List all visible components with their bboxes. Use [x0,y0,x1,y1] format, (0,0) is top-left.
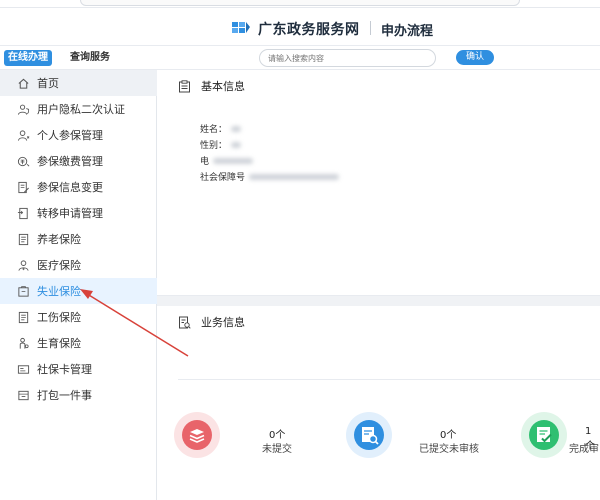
document-edit-icon [16,180,30,194]
redacted-value [249,173,340,180]
sidebar-item-social-card[interactable]: 社保卡管理 [0,356,157,382]
site-logo-icon [232,22,250,33]
business-info-header: 业务信息 [178,314,245,330]
sidebar-item-payment[interactable]: 参保缴费管理 [0,148,157,174]
address-bar[interactable] [80,0,520,6]
medical-person-icon [16,258,30,272]
sidebar-item-label: 社保卡管理 [37,363,92,376]
main-content: 基本信息 姓名： 性别： 电 社会保障号 业务信息 0个 未提交 0个 已提交未… [157,70,600,500]
field-name-label: 姓名： [200,125,228,135]
sidebar-item-label: 转移申请管理 [37,207,103,220]
site-header: 广东政务服务网 申办流程 [0,8,600,46]
sidebar-item-home[interactable]: 首页 [0,70,157,96]
sidebar-item-maternity[interactable]: 生育保险 [0,330,157,356]
sidebar-item-label: 个人参保管理 [37,129,103,142]
basic-info-card: 基本信息 姓名： 性别： 电 社会保障号 [157,70,600,296]
sidebar-item-pension[interactable]: 养老保险 [0,226,157,252]
package-icon [16,388,30,402]
search-confirm-button[interactable]: 确认 [456,50,494,65]
sidebar-item-label: 首页 [37,77,59,90]
business-info-divider [178,379,600,380]
redacted-value [231,141,242,148]
clipboard-icon [179,79,190,92]
nav-bar: 在线办理 查询服务 确认 [0,46,600,70]
sidebar-item-label: 打包一件事 [37,389,92,402]
field-phone: 电 [200,154,254,167]
field-name: 姓名： [200,122,242,135]
checklist-icon [521,412,567,458]
search-input[interactable] [259,49,436,67]
sidebar-item-info-change[interactable]: 参保信息变更 [0,174,157,200]
sidebar-item-label: 参保信息变更 [37,181,103,194]
field-gender: 性别： [200,138,242,151]
tab-online-service[interactable]: 在线办理 [4,50,52,66]
stat-count: 0个 [440,430,457,441]
sidebar-item-label: 参保缴费管理 [37,155,103,168]
document-search-icon [179,316,191,329]
sidebar-item-medical[interactable]: 医疗保险 [0,252,157,278]
sidebar-item-label: 失业保险 [37,285,81,298]
card-icon [16,362,30,376]
sidebar-item-label: 养老保险 [37,233,81,246]
page-title: 申办流程 [381,24,434,39]
site-title: 广东政务服务网 [258,22,360,38]
sidebar-item-work-injury[interactable]: 工伤保险 [0,304,157,330]
sidebar-item-bundle[interactable]: 打包一件事 [0,382,157,408]
document-icon [16,232,30,246]
sidebar-item-unemployment[interactable]: 失业保险 [0,278,157,304]
sidebar-item-label: 生育保险 [37,337,81,350]
document-search-icon [346,412,392,458]
stat-label: 已提交未审核 [419,444,479,455]
redacted-value [231,125,242,132]
sidebar-item-privacy-auth[interactable]: 用户隐私二次认证 [0,96,157,122]
business-info-card: 业务信息 [157,306,600,500]
browser-top-strip [0,0,600,8]
sidebar-item-transfer[interactable]: 转移申请管理 [0,200,157,226]
basic-info-title: 基本信息 [201,80,245,93]
transfer-icon [16,206,30,220]
tab-query-service[interactable]: 查询服务 [70,50,110,66]
field-phone-label: 电 [200,157,210,167]
maternity-icon [16,336,30,350]
sidebar-item-label: 用户隐私二次认证 [37,103,125,116]
sidebar: 首页 用户隐私二次认证 个人参保管理 参保缴费管理 参保信息变更 转移申请管理 … [0,70,157,500]
field-ssn-label: 社会保障号 [200,173,246,183]
document-icon [16,310,30,324]
user-shield-icon [16,102,30,116]
briefcase-icon [16,284,30,298]
header-separator [370,21,371,35]
coin-icon [16,154,30,168]
person-icon [16,128,30,142]
sidebar-item-label: 工伤保险 [37,311,81,324]
field-gender-label: 性别： [200,141,228,151]
sidebar-item-personal-insurance[interactable]: 个人参保管理 [0,122,157,148]
stat-label: 未提交 [262,444,292,455]
stat-label: 完成审 [569,444,599,455]
sidebar-item-label: 医疗保险 [37,259,81,272]
redacted-value [213,157,254,164]
stack-icon [174,412,220,458]
home-icon [16,76,30,90]
business-info-title: 业务信息 [201,316,245,329]
field-social-security: 社会保障号 [200,170,340,183]
stat-count: 0个 [269,430,286,441]
basic-info-header: 基本信息 [178,78,245,94]
